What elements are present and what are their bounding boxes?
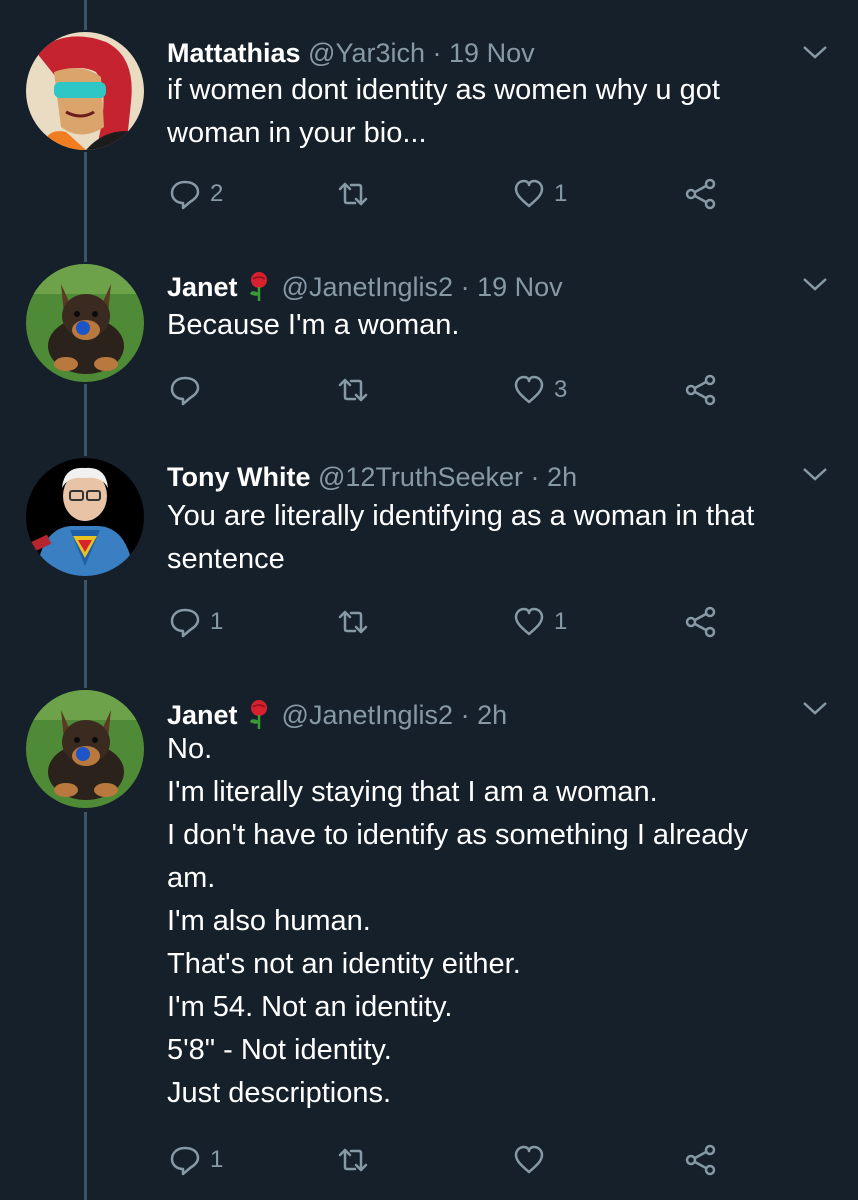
author-name[interactable]: Janet <box>167 700 238 730</box>
separator: · <box>460 700 470 730</box>
tweet-text-line: No. <box>167 733 213 765</box>
heart-icon <box>514 375 544 404</box>
reply-button[interactable]: 2 <box>168 174 223 214</box>
like-count: 1 <box>554 608 568 635</box>
author-handle[interactable]: @JanetInglis2 <box>282 272 454 302</box>
tweet-text-line: Just descriptions. <box>167 1077 392 1109</box>
tweet-header: Tony White @12TruthSeeker · 2h <box>167 460 577 494</box>
retweet-icon <box>338 610 368 634</box>
reply-count: 2 <box>210 180 224 207</box>
tweet-header: Janet @JanetInglis2 · 19 Nov <box>167 270 563 304</box>
retweet-button[interactable] <box>336 370 378 410</box>
reply-button[interactable]: 1 <box>168 1140 223 1180</box>
share-button[interactable] <box>684 602 718 642</box>
like-button[interactable] <box>512 1140 554 1180</box>
like-button[interactable]: 1 <box>512 174 567 214</box>
tweet-text-line: am. <box>167 862 216 894</box>
tweet-text-line: woman in your bio... <box>167 117 427 149</box>
reply-icon <box>170 1146 200 1176</box>
thread-line <box>84 0 87 30</box>
author-name[interactable]: Janet <box>167 272 238 302</box>
tweet-text-line: I'm also human. <box>167 905 371 937</box>
rose-emoji-icon <box>249 272 267 301</box>
reply-button[interactable] <box>168 370 210 410</box>
reply-count: 1 <box>210 1146 224 1173</box>
tweet-text: No. I'm literally staying that I am a wo… <box>167 728 748 1115</box>
retweet-button[interactable] <box>336 1140 378 1180</box>
share-icon <box>685 606 716 638</box>
avatar[interactable] <box>26 264 144 382</box>
heart-icon <box>514 607 544 636</box>
share-icon <box>685 178 716 210</box>
separator: · <box>460 272 470 302</box>
chevron-down-icon[interactable] <box>800 42 830 62</box>
chevron-down-icon[interactable] <box>800 464 830 484</box>
tweet-text-line: sentence <box>167 543 285 575</box>
retweet-button[interactable] <box>336 174 378 214</box>
old-man-superman-shirt-avatar <box>26 458 144 576</box>
like-button[interactable]: 3 <box>512 370 567 410</box>
cartoon-woman-sunglasses-avatar <box>26 32 144 150</box>
heart-icon <box>514 1145 544 1174</box>
chevron-down-icon[interactable] <box>800 274 830 294</box>
tweet-text-line: I don't have to identify as something I … <box>167 819 749 851</box>
avatar[interactable] <box>26 458 144 576</box>
action-bar: 1 <box>168 1140 728 1180</box>
share-icon <box>685 1144 716 1176</box>
share-button[interactable] <box>684 1140 718 1180</box>
share-button[interactable] <box>684 174 718 214</box>
tweet-text: if women dont identity as women why u go… <box>167 69 720 155</box>
like-count: 3 <box>554 376 568 403</box>
like-count: 1 <box>554 180 568 207</box>
tweet-text: You are literally identifying as a woman… <box>167 495 754 581</box>
timestamp[interactable]: 2h <box>477 700 507 730</box>
dog-on-grass-avatar <box>26 264 144 382</box>
reply-icon <box>170 608 200 638</box>
action-bar: 2 1 <box>168 174 728 214</box>
separator: · <box>432 38 442 68</box>
dog-on-grass-avatar <box>26 690 144 808</box>
rose-emoji-icon <box>249 700 267 729</box>
timestamp[interactable]: 19 Nov <box>477 272 563 302</box>
reply-icon <box>170 180 200 210</box>
reply-button[interactable]: 1 <box>168 602 223 642</box>
tweet[interactable]: Tony White @12TruthSeeker · 2h You are l… <box>0 452 858 652</box>
retweet-icon <box>338 1148 368 1172</box>
tweet-text-line: if women dont identity as women why u go… <box>167 74 720 106</box>
timestamp[interactable]: 2h <box>547 462 577 492</box>
retweet-button[interactable] <box>336 602 378 642</box>
reply-count: 1 <box>210 608 224 635</box>
retweet-icon <box>338 378 368 402</box>
tweet-header: Mattathias @Yar3ich · 19 Nov <box>167 36 535 70</box>
author-name[interactable]: Tony White <box>167 462 310 492</box>
share-button[interactable] <box>684 370 718 410</box>
action-bar: 3 <box>168 370 728 410</box>
tweet-text-line: I'm 54. Not an identity. <box>167 991 453 1023</box>
tweet-text: Because I'm a woman. <box>167 304 459 347</box>
author-handle[interactable]: @12TruthSeeker <box>318 462 523 492</box>
tweet-text-line: You are literally identifying as a woman… <box>167 500 755 532</box>
tweet-header: Janet @JanetInglis2 · 2h <box>167 698 507 732</box>
tweet-text-line: I'm literally staying that I am a woman. <box>167 776 658 808</box>
author-handle[interactable]: @JanetInglis2 <box>282 700 454 730</box>
heart-icon <box>514 179 544 208</box>
tweet-text-line: That's not an identity either. <box>167 948 521 980</box>
tweet-text-line: 5'8" - Not identity. <box>167 1034 392 1066</box>
reply-icon <box>170 376 200 406</box>
tweet-text-line: Because I'm a woman. <box>167 309 460 341</box>
tweet[interactable]: Janet @JanetInglis2 · 19 Nov Because I'm … <box>0 262 858 422</box>
tweet[interactable]: Mattathias @Yar3ich · 19 Nov if women do… <box>0 28 858 228</box>
avatar[interactable] <box>26 690 144 808</box>
separator: · <box>530 462 540 492</box>
action-bar: 1 1 <box>168 602 728 642</box>
like-button[interactable]: 1 <box>512 602 567 642</box>
author-name[interactable]: Mattathias <box>167 38 301 68</box>
tweet[interactable]: Janet @JanetInglis2 · 2h No. I'm literall… <box>0 690 858 1200</box>
retweet-icon <box>338 182 368 206</box>
chevron-down-icon[interactable] <box>800 698 830 718</box>
avatar[interactable] <box>26 32 144 150</box>
timestamp[interactable]: 19 Nov <box>449 38 535 68</box>
share-icon <box>685 374 716 406</box>
author-handle[interactable]: @Yar3ich <box>308 38 425 68</box>
